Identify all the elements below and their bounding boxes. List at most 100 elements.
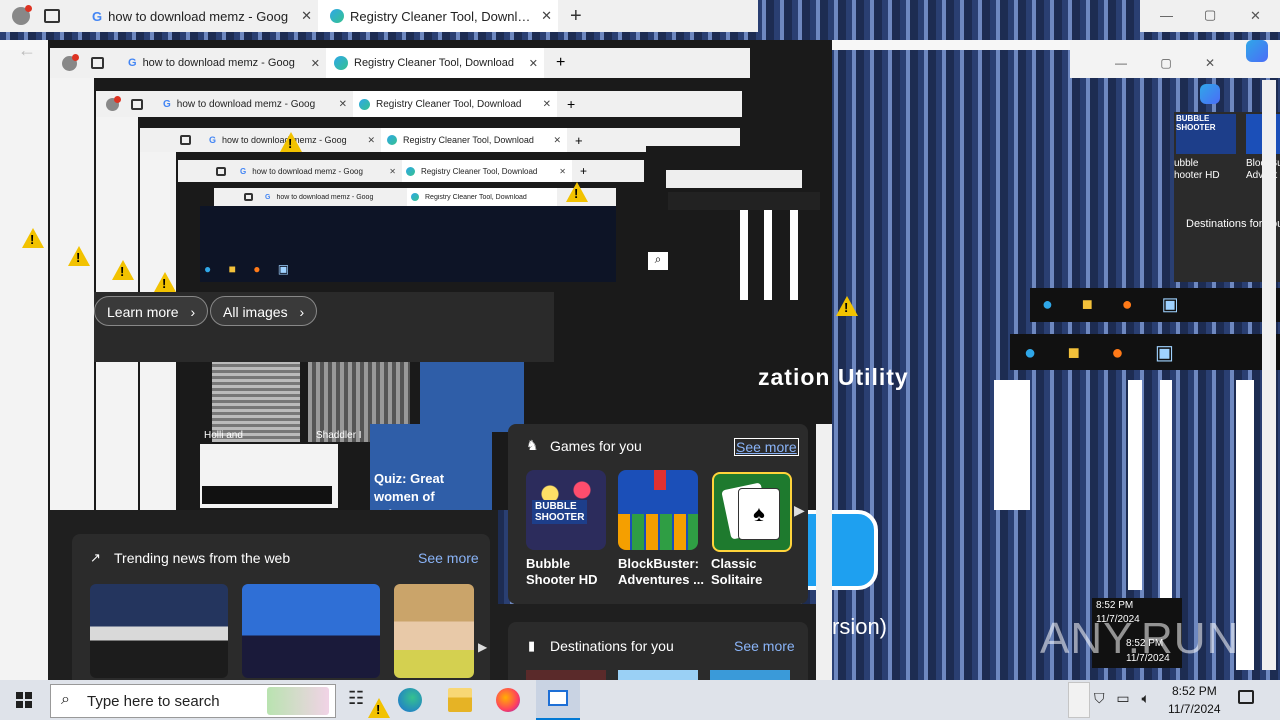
tab-registry-cleaner[interactable]: Registry Cleaner Tool, Download ✕ [326, 48, 544, 78]
copilot-icon[interactable] [1200, 84, 1220, 104]
trending-see-more-link[interactable]: See more [418, 550, 479, 566]
tab-actions-icon[interactable] [244, 193, 253, 201]
news-image-portrait[interactable] [394, 584, 474, 678]
app-icon[interactable]: ▣ [1162, 294, 1179, 314]
network-icon[interactable]: ▭ [1116, 690, 1129, 706]
tab-google-search[interactable]: G how to download memz - Goog ✕ [80, 0, 318, 32]
all-images-button[interactable]: All images › [210, 296, 318, 326]
tab-google-search[interactable]: G how to download memz - Goog ✕ [236, 160, 402, 182]
tab-google-search[interactable]: G how to download memz - Goog [261, 188, 407, 206]
scrollbar[interactable] [1262, 80, 1276, 670]
news-image-fed[interactable] [90, 584, 228, 678]
game-tile-blockbuster[interactable] [618, 470, 698, 550]
tab-actions-icon[interactable] [44, 9, 60, 23]
tab-google-search[interactable]: G how to download memz - Goog ✕ [120, 48, 326, 78]
close-tab-icon[interactable]: ✕ [523, 57, 544, 70]
games-icon: ♞ [526, 437, 539, 453]
feed-scrollbar[interactable] [816, 424, 832, 680]
close-tab-icon[interactable]: ✕ [361, 135, 381, 146]
close-tab-icon[interactable]: ✕ [295, 8, 318, 24]
new-tab-button[interactable]: + [570, 5, 582, 28]
news-next-icon[interactable]: ▶ [478, 640, 487, 654]
clock-time[interactable]: 8:52 PM [1172, 684, 1217, 698]
close-window-button[interactable]: ✕ [1205, 56, 1215, 70]
close-tab-icon[interactable]: ✕ [547, 135, 567, 146]
profile-avatar[interactable] [106, 95, 121, 111]
firefox-icon[interactable]: ● [1111, 342, 1123, 364]
security-icon[interactable]: ⛉ [1094, 690, 1105, 706]
image-thumb[interactable] [420, 362, 524, 432]
games-see-more-link[interactable]: See more [734, 438, 799, 456]
destination-thumb[interactable] [710, 670, 790, 680]
destination-thumb[interactable] [526, 670, 606, 680]
close-window-button[interactable]: ✕ [1250, 8, 1261, 24]
warning-icon [112, 260, 134, 280]
taskbar-search-box[interactable]: ⌕ Type here to search [50, 684, 336, 718]
nested-tabbar-1: G how to download memz - Goog ✕ Registry… [50, 48, 750, 78]
game-tile-bubble-shooter[interactable]: BUBBLE SHOOTER [526, 470, 606, 550]
close-tab-icon[interactable]: ✕ [553, 167, 572, 176]
close-tab-icon[interactable]: ✕ [537, 99, 557, 110]
warning-icon [154, 272, 176, 292]
game-tile-solitaire[interactable]: ♠ [712, 472, 792, 552]
tab-actions-icon[interactable] [91, 57, 104, 69]
close-tab-icon[interactable]: ✕ [333, 99, 353, 110]
tab-actions-icon[interactable] [216, 166, 226, 176]
new-tab-button[interactable]: + [567, 96, 575, 112]
mini-game-tile[interactable]: BUBBLE SHOOTER [1176, 114, 1236, 154]
games-heading: Games for you [550, 438, 642, 454]
background-version: rsion) [832, 614, 888, 639]
maximize-button[interactable]: ▢ [1160, 56, 1171, 70]
new-tab-button[interactable]: + [556, 54, 565, 72]
edge-icon[interactable]: ● [1024, 342, 1036, 364]
start-button[interactable] [0, 680, 48, 720]
minimize-button[interactable]: — [1160, 8, 1173, 23]
active-app-button[interactable] [536, 680, 580, 720]
destination-thumb[interactable] [618, 670, 698, 680]
google-icon: G [92, 8, 103, 24]
tab-registry-cleaner[interactable]: Registry Cleaner Tool, Download ✕ [381, 128, 567, 152]
destinations-see-more-link[interactable]: See more [734, 638, 795, 654]
tab-actions-icon[interactable] [180, 135, 191, 145]
notifications-icon[interactable] [1238, 690, 1254, 704]
desktop-background-light [0, 40, 48, 680]
edge-taskbar-icon[interactable] [398, 688, 422, 712]
close-tab-icon[interactable]: ✕ [305, 57, 326, 70]
edge-icon[interactable]: ● [1042, 294, 1053, 314]
new-tab-button[interactable]: + [580, 164, 587, 178]
minimize-button[interactable]: — [1115, 56, 1127, 70]
destinations-heading: Destinations for you [550, 638, 674, 654]
firefox-taskbar-icon[interactable] [496, 688, 520, 712]
close-tab-icon[interactable]: ✕ [535, 8, 558, 24]
nested-tabbar-2: G how to download memz - Goog ✕ Registry… [96, 91, 742, 117]
edge-icon [359, 98, 370, 110]
tab-registry-cleaner[interactable]: Registry Cleaner Tool, Download [407, 188, 557, 206]
nav-back-icon[interactable]: ← [18, 40, 36, 61]
search-icon[interactable]: ⌕ [648, 252, 668, 270]
volume-icon[interactable]: 🔈︎ [1142, 690, 1150, 706]
folder-icon[interactable]: ■ [1068, 342, 1080, 364]
clock-date[interactable]: 11/7/2024 [1168, 702, 1221, 716]
firefox-icon[interactable]: ● [1122, 294, 1133, 314]
copilot-icon[interactable] [1246, 40, 1268, 62]
tab-google-search[interactable]: G how to download memz - Goog ✕ [157, 91, 353, 117]
tab-registry-cleaner[interactable]: Registry Cleaner Tool, Download ✕ [318, 0, 558, 32]
tab-registry-cleaner[interactable]: Registry Cleaner Tool, Download ✕ [353, 91, 557, 117]
game-next-icon[interactable]: ▶ [794, 502, 805, 519]
tab-actions-icon[interactable] [131, 98, 143, 110]
new-tab-button[interactable]: + [575, 133, 583, 148]
close-tab-icon[interactable]: ✕ [383, 167, 402, 176]
warning-icon [566, 182, 588, 202]
learn-more-button[interactable]: Learn more › [94, 296, 209, 326]
profile-avatar[interactable] [12, 5, 32, 25]
tab-registry-cleaner[interactable]: Registry Cleaner Tool, Download ✕ [402, 160, 572, 182]
profile-avatar[interactable] [62, 53, 79, 71]
app-logo-fragment [800, 510, 878, 590]
maximize-button[interactable]: ▢ [1204, 7, 1216, 23]
app-icon[interactable]: ▣ [1155, 342, 1174, 364]
right-window-controls: — ▢ ✕ [1115, 56, 1215, 70]
thumb-caption: Shaddler I [316, 430, 362, 441]
file-explorer-icon[interactable] [448, 688, 472, 712]
news-image-speech[interactable] [242, 584, 380, 678]
folder-icon[interactable]: ■ [1082, 294, 1093, 314]
